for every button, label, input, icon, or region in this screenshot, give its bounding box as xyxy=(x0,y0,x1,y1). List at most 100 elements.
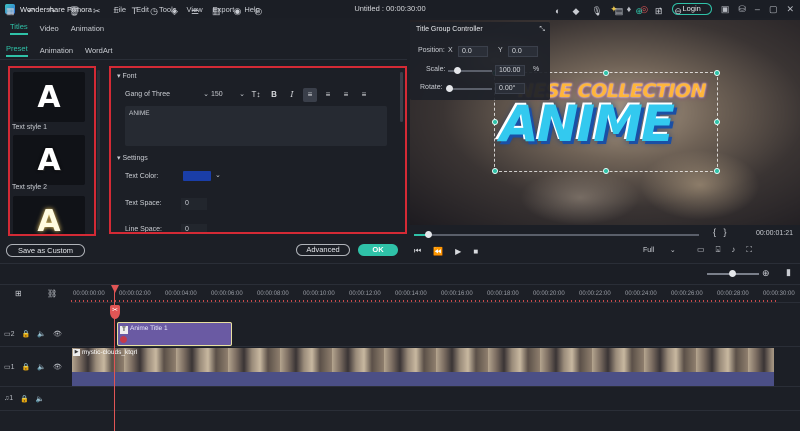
speaker-icon[interactable]: 🔈 xyxy=(37,330,46,338)
eye-icon[interactable]: 👁 xyxy=(53,363,62,371)
panel-toggle-icon[interactable]: ▮ xyxy=(786,267,791,278)
rotate-slider-knob[interactable] xyxy=(446,85,453,92)
tab-preset[interactable]: Preset xyxy=(6,44,28,57)
rotate-input[interactable]: 0.00° xyxy=(495,83,525,94)
link-icon[interactable]: ⊞ xyxy=(655,6,663,17)
tab-titles[interactable]: Titles xyxy=(10,22,28,35)
marker-icon[interactable]: ◆ xyxy=(572,6,579,17)
advanced-button[interactable]: Advanced xyxy=(296,244,350,256)
lock-icon[interactable]: 🔒 xyxy=(22,363,31,371)
stop-icon[interactable]: ■ xyxy=(473,247,478,256)
title-clip[interactable]: T Anime Title 1 xyxy=(117,322,232,346)
save-icon[interactable]: ▣ xyxy=(721,4,730,14)
lock-icon[interactable]: 🔒 xyxy=(20,395,29,403)
resize-handle[interactable] xyxy=(492,168,498,174)
font-family-select[interactable]: Gang of Three ⌄ xyxy=(125,88,213,102)
playhead-scissors-icon[interactable]: ✂ xyxy=(110,305,120,319)
motion-icon[interactable]: ◉ xyxy=(234,6,242,17)
stabilize-icon[interactable]: ◎ xyxy=(254,6,262,17)
tab-animation[interactable]: Animation xyxy=(71,24,104,33)
resize-handle[interactable] xyxy=(603,168,609,174)
delete-icon[interactable]: 🗑 xyxy=(69,6,80,17)
lock-icon[interactable]: 🔒 xyxy=(22,330,31,338)
render-icon[interactable]: ◐ xyxy=(555,6,560,17)
maximize-icon[interactable]: ▢ xyxy=(769,4,778,14)
preset-style-1[interactable]: A xyxy=(13,72,85,122)
audio-icon[interactable]: ♪ xyxy=(731,245,735,255)
position-x-input[interactable]: 0.0 xyxy=(458,46,488,57)
title-text-input[interactable]: ANIME xyxy=(125,106,387,146)
step-back-icon[interactable]: ⏪ xyxy=(433,247,443,256)
preset-scrollbar[interactable] xyxy=(97,70,100,230)
monitor-icon[interactable]: ▭ xyxy=(697,245,705,255)
preview-quality-select[interactable]: Full ⌄ xyxy=(643,246,676,254)
line-space-input[interactable]: 0 xyxy=(181,224,207,232)
video-clip[interactable]: ▶ mystic-clouds_ktqrl xyxy=(72,348,774,386)
align-center-icon[interactable]: ≡ xyxy=(321,88,335,102)
zoom-out-icon[interactable]: ⊖ xyxy=(674,6,682,17)
snap-icon[interactable]: ⊕ xyxy=(635,6,643,17)
text-color-swatch[interactable] xyxy=(183,171,211,181)
scale-slider-knob[interactable] xyxy=(454,67,461,74)
snapshot-icon[interactable]: ⌺ xyxy=(716,245,721,255)
track-number-value: 1 xyxy=(9,395,14,402)
settings-section-header[interactable]: ▾ Settings xyxy=(117,154,148,162)
chevron-down-icon[interactable]: ⌄ xyxy=(215,171,221,179)
minimize-icon[interactable]: – xyxy=(755,4,760,14)
resize-handle[interactable] xyxy=(714,119,720,125)
tab-video[interactable]: Video xyxy=(40,24,59,33)
tab-sub-animation[interactable]: Animation xyxy=(40,46,73,55)
color-icon[interactable]: ◈ xyxy=(171,6,178,17)
text-icon[interactable]: T xyxy=(132,6,138,17)
save-as-custom-button[interactable]: Save as Custom xyxy=(6,244,85,257)
playback-progress-track[interactable] xyxy=(414,234,699,236)
cut-icon[interactable]: ✂ xyxy=(93,6,101,17)
zoom-in-icon[interactable]: ⊕ xyxy=(762,268,770,279)
align-justify-icon[interactable]: ≡ xyxy=(357,88,371,102)
grid-icon[interactable]: ▦ xyxy=(6,6,15,17)
resize-handle[interactable] xyxy=(603,70,609,76)
fullscreen-icon[interactable]: ⛶ xyxy=(746,245,752,255)
cart-icon[interactable]: ⛁ xyxy=(738,4,746,14)
text-space-input[interactable]: 0 xyxy=(181,198,207,210)
position-y-input[interactable]: 0.0 xyxy=(508,46,538,57)
speed-icon[interactable]: ◷ xyxy=(150,6,158,17)
add-track-icon[interactable]: ⊞ xyxy=(15,289,22,298)
mic-icon[interactable]: 🎙 xyxy=(591,6,602,17)
crop-icon[interactable]: ⌗ xyxy=(114,6,119,17)
text-case-icon[interactable]: T↕ xyxy=(249,88,263,102)
link-tracks-icon[interactable]: ⛓ xyxy=(47,289,57,298)
undo-icon[interactable]: ↶ xyxy=(28,6,36,17)
tab-wordart[interactable]: WordArt xyxy=(85,46,112,55)
preset-style-2[interactable]: A xyxy=(13,135,85,185)
mark-in-out-icon[interactable]: { } xyxy=(713,227,727,237)
bold-icon[interactable]: B xyxy=(267,88,281,102)
rotate-slider-track[interactable] xyxy=(448,88,492,90)
font-size-select[interactable]: 150 ⌄ xyxy=(211,88,245,102)
mixer-icon[interactable]: ▤ xyxy=(615,6,624,17)
close-icon[interactable]: ✕ xyxy=(786,4,794,14)
italic-icon[interactable]: I xyxy=(285,88,299,102)
preset-glyph: A xyxy=(37,79,61,115)
speaker-icon[interactable]: 🔈 xyxy=(36,395,45,403)
settings-scrollbar[interactable] xyxy=(400,72,403,122)
font-section-header[interactable]: ▾ Font xyxy=(117,72,136,80)
redo-icon[interactable]: ↷ xyxy=(48,6,56,17)
play-icon[interactable]: ▶ xyxy=(455,247,461,256)
align-left-icon[interactable]: ≡ xyxy=(303,88,317,102)
skip-back-icon[interactable]: ⏮ xyxy=(414,246,421,256)
speaker-icon[interactable]: 🔈 xyxy=(37,363,46,371)
scale-input[interactable]: 100.00 xyxy=(495,65,525,76)
split-icon[interactable]: ▥ xyxy=(212,6,221,17)
ok-button[interactable]: OK xyxy=(358,244,398,256)
resize-handle[interactable] xyxy=(714,70,720,76)
playback-scrubber-knob[interactable] xyxy=(425,231,432,238)
zoom-slider-knob[interactable] xyxy=(729,270,736,277)
resize-handle[interactable] xyxy=(492,119,498,125)
collapse-icon[interactable]: ⤡ xyxy=(539,26,545,34)
preset-style-3[interactable]: A xyxy=(13,196,85,234)
adjust-icon[interactable]: ⚌ xyxy=(191,6,199,17)
align-right-icon[interactable]: ≡ xyxy=(339,88,353,102)
resize-handle[interactable] xyxy=(714,168,720,174)
eye-icon[interactable]: 👁 xyxy=(53,330,62,338)
